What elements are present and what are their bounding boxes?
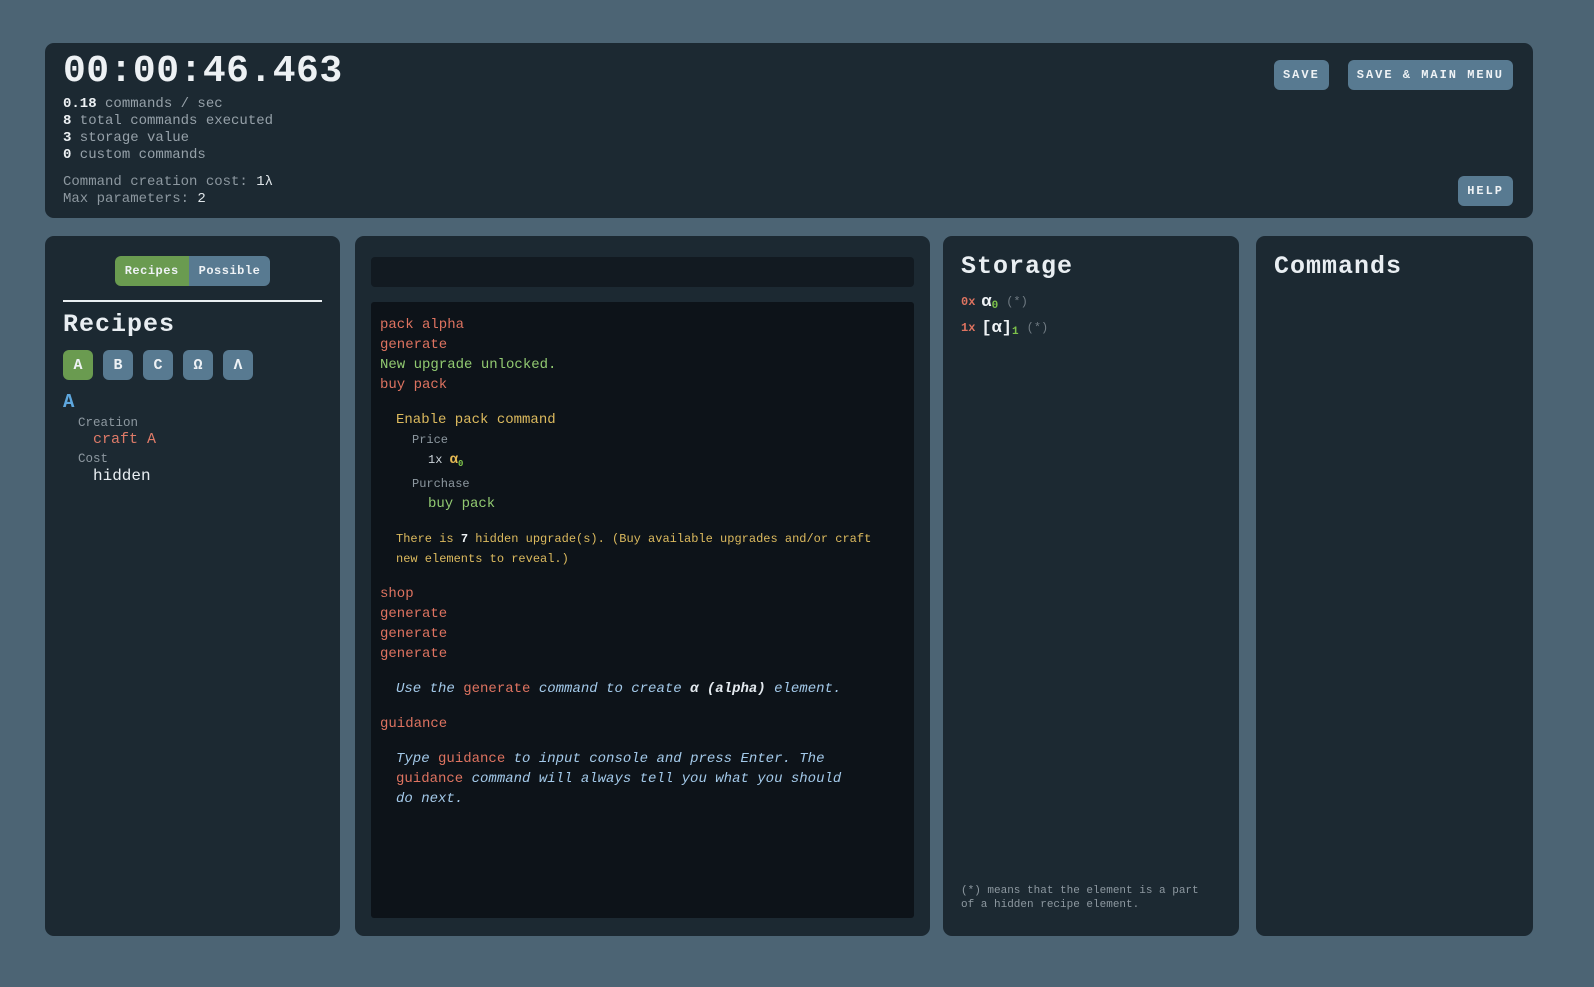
top-buttons: SAVE SAVE & MAIN MENU [1274,60,1513,90]
console-log-line: generate [380,604,914,624]
commands-panel: Commands [1256,236,1533,936]
storage-panel: Storage 0xα0(*)1x[α]1(*) (*) means that … [943,236,1239,936]
storage-heading: Storage [961,252,1239,281]
element-button-Λ[interactable]: Λ [223,350,253,380]
console-log-line: Type guidance to input console and press… [396,749,914,769]
console-log-line: generate [380,335,914,355]
tab-possible[interactable]: Possible [189,256,271,286]
console-log-line: shop [380,584,914,604]
creation-value: craft A [93,431,340,448]
console-log-line: 1x α0 [428,450,914,474]
stat-line: 0.18 commands / sec [63,96,273,113]
console-log-line: generate [380,644,914,664]
element-button-A[interactable]: A [63,350,93,380]
creation-label: Creation [78,416,340,430]
console-input[interactable] [371,257,914,287]
storage-item: 1x[α]1(*) [961,316,1239,340]
timer: 00:00:46.463 [63,50,343,93]
console-log-line: new elements to reveal.) [396,549,914,569]
divider [63,300,322,302]
console-log-line: pack alpha [380,315,914,335]
element-button-Ω[interactable]: Ω [183,350,213,380]
console-log-line: Price [412,430,914,450]
recipes-panel: RecipesPossible Recipes ABCΩΛ A Creation… [45,236,340,936]
stat-line: 3 storage value [63,130,273,147]
recipes-heading: Recipes [63,310,340,339]
storage-footnote: (*) means that the element is a partof a… [961,884,1199,912]
meta-line: Max parameters: 2 [63,191,273,208]
cost-label: Cost [78,452,340,466]
recipes-tabs: RecipesPossible [45,256,340,286]
storage-item: 0xα0(*) [961,290,1239,314]
console-log-line: guidance command will always tell you wh… [396,769,914,789]
commands-heading: Commands [1274,252,1533,281]
console-log-line: Use the generate command to create α (al… [396,679,914,699]
meta-list: Command creation cost: 1λMax parameters:… [63,174,273,208]
stats-list: 0.18 commands / sec8 total commands exec… [63,96,273,164]
element-button-C[interactable]: C [143,350,173,380]
storage-items: 0xα0(*)1x[α]1(*) [961,290,1239,340]
console-log-line: buy pack [428,494,914,514]
element-buttons: ABCΩΛ [63,350,340,380]
element-button-B[interactable]: B [103,350,133,380]
console-log-line: guidance [380,714,914,734]
recipe-detail: A Creation craft A Cost hidden [45,392,340,485]
console-log-line: New upgrade unlocked. [380,355,914,375]
cost-value: hidden [93,467,340,485]
console-panel: pack alphagenerateNew upgrade unlocked.b… [355,236,930,936]
tab-recipes[interactable]: Recipes [115,256,189,286]
stat-line: 8 total commands executed [63,113,273,130]
console-log-line: Purchase [412,474,914,494]
header-panel: 00:00:46.463 0.18 commands / sec8 total … [45,43,1533,218]
console-log: pack alphagenerateNew upgrade unlocked.b… [371,302,914,918]
console-log-line: There is 7 hidden upgrade(s). (Buy avail… [396,529,914,549]
console-log-line: buy pack [380,375,914,395]
console-log-line: generate [380,624,914,644]
stat-line: 0 custom commands [63,147,273,164]
help-button[interactable]: HELP [1458,176,1513,206]
meta-line: Command creation cost: 1λ [63,174,273,191]
recipe-name: A [63,392,340,412]
save-main-menu-button[interactable]: SAVE & MAIN MENU [1348,60,1513,90]
console-log-line: Enable pack command [396,410,914,430]
save-button[interactable]: SAVE [1274,60,1329,90]
console-log-line: do next. [396,789,914,809]
